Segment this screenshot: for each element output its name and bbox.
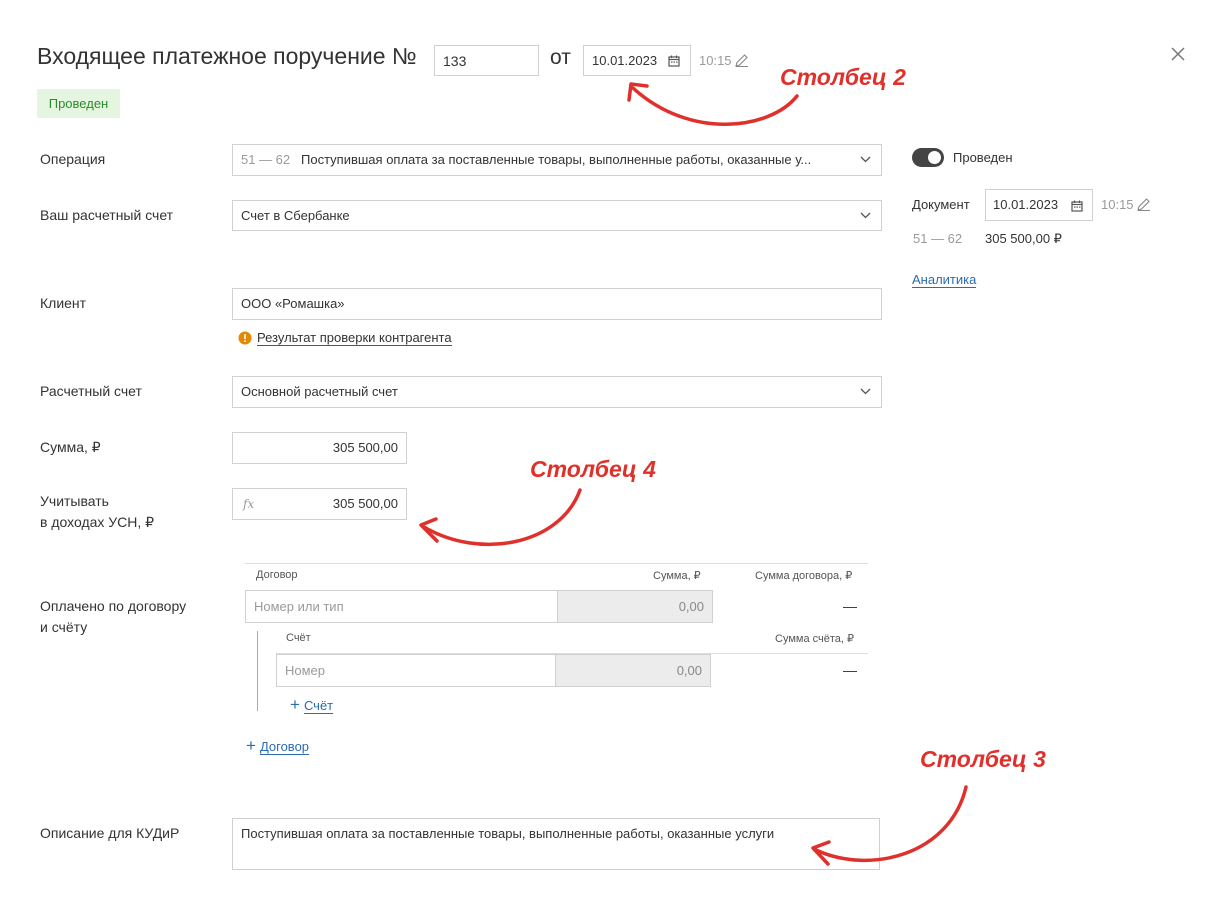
arrow-col2	[631, 86, 799, 126]
arrow-col3	[814, 785, 968, 863]
annotation-arrows	[419, 82, 968, 866]
arrow-col4	[422, 488, 582, 547]
